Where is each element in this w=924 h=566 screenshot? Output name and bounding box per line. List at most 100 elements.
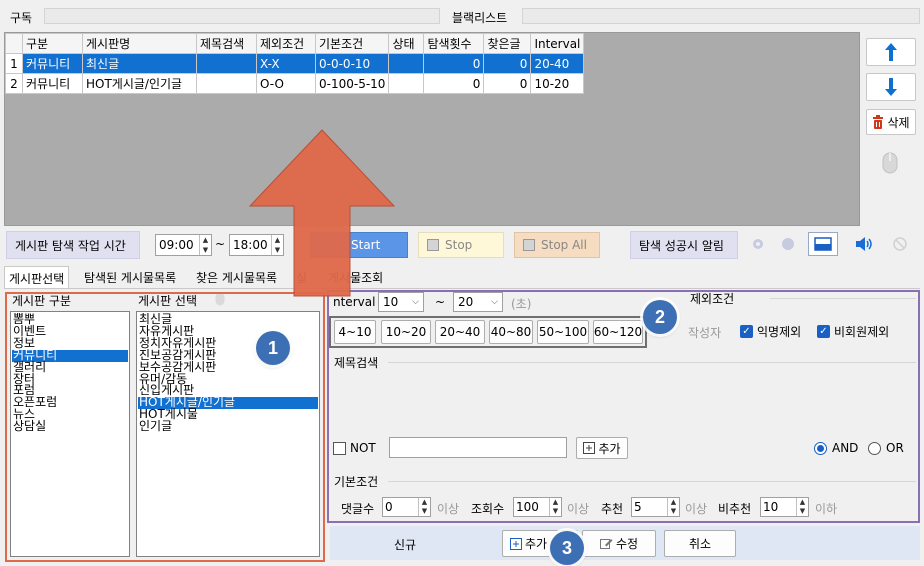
views-label: 조회수 <box>471 502 505 516</box>
edit-button[interactable]: 수정 <box>582 530 656 557</box>
edit-label: 수정 <box>615 537 639 551</box>
row-interval: 20-40 <box>530 53 585 74</box>
or-radio[interactable]: OR <box>868 441 904 455</box>
alert-label-box: 탐색 성공시 알림 <box>630 231 738 259</box>
row-scan-count: 0 <box>423 73 485 94</box>
time-tilde: ~ <box>215 237 226 251</box>
not-recommend-spinner[interactable]: ▲ ▼ <box>796 498 808 516</box>
anon-exclude-label: 익명제외 <box>757 325 802 339</box>
schedule-label-box: 게시판 탐색 작업 시간 <box>6 231 140 259</box>
category-list[interactable]: 뽐뿌 이벤트 정보 커뮤니티 갤러리 장터 포럼 오픈포럼 뉴스 상담실 <box>10 311 130 557</box>
tab-divider <box>4 288 920 289</box>
author-label: 작성자 <box>688 326 722 340</box>
speaker-icon[interactable] <box>854 236 874 252</box>
comments-spinner[interactable]: ▲ ▼ <box>418 498 430 516</box>
chat-icon[interactable] <box>780 236 796 252</box>
category-header: 게시판 구분 <box>12 294 72 308</box>
preset-40-80-button[interactable]: 40~80 <box>489 320 533 344</box>
grid-header-row: 구분 게시판명 제목검색 제외조건 기본조건 상태 탐색횟수 찾은글 Inter… <box>5 33 585 54</box>
mute-icon[interactable] <box>892 236 908 252</box>
tab-found-posts[interactable]: 찾은 게시물목록 <box>192 266 281 288</box>
row-basic: 0-0-0-10 <box>314 53 390 74</box>
preset-20-40-button[interactable]: 20~40 <box>435 320 485 344</box>
new-label: 신규 <box>394 538 417 552</box>
start-label: Start <box>351 238 381 252</box>
radio-selected-icon <box>814 441 827 455</box>
row-board: HOT게시글/인기글 <box>82 73 197 94</box>
delete-button[interactable]: 삭제 <box>866 109 916 135</box>
end-time-spinner[interactable]: ▲ ▼ <box>271 235 283 255</box>
preset-10-20-button[interactable]: 10~20 <box>381 320 431 344</box>
col-exclude: 제외조건 <box>256 33 316 54</box>
exclude-title: 제외조건 <box>690 292 735 306</box>
nonmember-exclude-checkbox[interactable]: ✓ 비회원제외 <box>817 323 889 340</box>
comments-suffix: 이상 <box>437 502 460 516</box>
not-recommend-input[interactable]: 10 ▲ ▼ <box>760 497 809 517</box>
interval-to-select[interactable]: 20 ⌵ <box>453 292 503 312</box>
and-label: AND <box>832 441 859 455</box>
edit-icon <box>599 539 613 549</box>
board-list[interactable]: 최신글 자유게시판 정치자유게시판 진보공감게시판 보수공감게시판 유머/감동 … <box>136 311 320 557</box>
recommend-spinner[interactable]: ▲ ▼ <box>667 498 679 516</box>
row-title-search <box>196 53 257 74</box>
recommend-input[interactable]: 5 ▲ ▼ <box>631 497 680 517</box>
stop-button[interactable]: Stop <box>418 232 504 258</box>
blacklist-bar <box>522 8 920 24</box>
table-row[interactable]: 2 커뮤니티 HOT게시글/인기글 O-O 0-100-5-10 0 0 10-… <box>5 73 585 94</box>
tab-post-lookup[interactable]: 게시물조회 <box>324 266 387 288</box>
row-title-search <box>196 73 257 94</box>
basic-divider <box>388 481 916 482</box>
add-label: 추가 <box>525 537 548 551</box>
end-time-input[interactable]: 18:00 ▲ ▼ <box>229 234 284 256</box>
window-toggle-button[interactable] <box>808 232 838 256</box>
move-down-button[interactable] <box>866 73 916 101</box>
row-exclude: X-X <box>256 53 316 74</box>
list-item[interactable]: 상담실 <box>12 420 128 433</box>
row-exclude: O-O <box>256 73 316 94</box>
list-item[interactable]: 인기글 <box>138 420 318 433</box>
title-add-button[interactable]: 추가 <box>576 437 628 459</box>
row-index: 2 <box>5 73 23 94</box>
move-up-button[interactable] <box>866 38 916 66</box>
row-basic: 0-100-5-10 <box>314 73 390 94</box>
preset-50-100-button[interactable]: 50~100 <box>537 320 589 344</box>
chevron-down-icon: ⌵ <box>491 297 498 307</box>
start-time-spinner[interactable]: ▲ ▼ <box>199 235 211 255</box>
badge-1: 1 <box>256 331 290 365</box>
interval-unit: (초) <box>511 297 532 311</box>
col-category: 구분 <box>22 33 83 54</box>
window-icon <box>814 237 832 251</box>
exclude-divider <box>770 298 916 299</box>
or-label: OR <box>886 441 904 455</box>
and-radio[interactable]: AND <box>814 441 858 455</box>
end-time-value: 18:00 <box>233 238 268 252</box>
tab-partial[interactable]: 실 <box>292 266 311 288</box>
gear-icon[interactable] <box>750 236 766 252</box>
not-checkbox[interactable]: NOT <box>333 441 376 455</box>
preset-4-10-button[interactable]: 4~10 <box>334 320 376 344</box>
title-search-input[interactable] <box>389 437 567 458</box>
interval-from-select[interactable]: 10 ⌵ <box>378 292 424 312</box>
comments-label: 댓글수 <box>341 502 375 516</box>
task-grid[interactable]: 구분 게시판명 제목검색 제외조건 기본조건 상태 탐색횟수 찾은글 Inter… <box>4 32 860 226</box>
cancel-button[interactable]: 취소 <box>664 530 736 557</box>
row-index: 1 <box>5 53 23 74</box>
start-time-input[interactable]: 09:00 ▲ ▼ <box>155 234 212 256</box>
views-spinner[interactable]: ▲ ▼ <box>549 498 561 516</box>
stop-all-button[interactable]: Stop All <box>514 232 600 258</box>
views-input[interactable]: 100 ▲ ▼ <box>513 497 562 517</box>
anon-exclude-checkbox[interactable]: ✓ 익명제외 <box>740 323 801 340</box>
start-button[interactable]: Start <box>310 232 408 258</box>
not-recommend-value: 10 <box>763 500 779 514</box>
subscribe-label: 구독 <box>10 11 33 25</box>
interval-label: nterval <box>333 295 376 309</box>
arrow-up-icon <box>885 43 897 61</box>
comments-input[interactable]: 0 ▲ ▼ <box>382 497 431 517</box>
stop-all-label: Stop All <box>541 238 587 252</box>
tab-scanned-posts[interactable]: 탐색된 게시물목록 <box>80 266 180 288</box>
tab-board-select[interactable]: 게시판선택 <box>4 266 70 288</box>
preset-60-120-button[interactable]: 60~120 <box>593 320 643 344</box>
trash-icon <box>873 115 884 129</box>
schedule-label: 게시판 탐색 작업 시간 <box>15 238 126 253</box>
table-row[interactable]: 1 커뮤니티 최신글 X-X 0-0-0-10 0 0 20-40 <box>5 53 585 74</box>
